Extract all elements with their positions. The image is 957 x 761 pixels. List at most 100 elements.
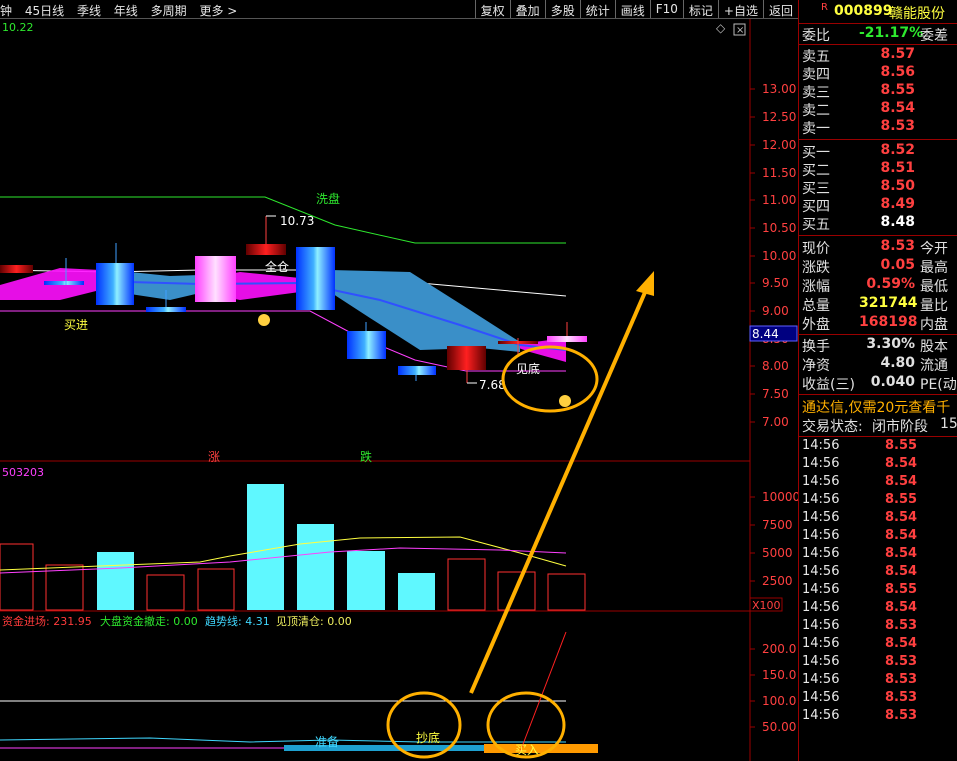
price-axis-label: 8.00: [762, 359, 789, 373]
tick-row: 14:56 8.55: [799, 492, 957, 510]
order-row[interactable]: 买三 8.50: [799, 178, 957, 197]
promo-banner[interactable]: 通达信,仅需20元查看千: [799, 397, 957, 415]
volume-bar: [297, 524, 334, 610]
candle: [44, 281, 84, 285]
tick-price: 8.54: [885, 636, 918, 651]
toolbar-item-45day[interactable]: 45日线: [25, 4, 64, 18]
tick-price: 8.54: [885, 510, 918, 525]
tick-time: 14:56: [802, 492, 840, 507]
price-axis-label: 7.00: [762, 415, 789, 429]
tick-row: 14:56 8.54: [799, 528, 957, 546]
volume-bar: [447, 558, 486, 611]
diamond-icon[interactable]: ◇: [716, 21, 726, 35]
order-price: 8.57: [880, 46, 915, 62]
annotation-high-price: 10.73: [280, 214, 314, 228]
zhunbei-bar: [284, 745, 484, 751]
indicator-axis-label: 200.0: [762, 642, 796, 656]
toolbar-item-multi-period[interactable]: 多周期: [151, 4, 187, 18]
weicha-label: 委差: [920, 28, 948, 44]
trade-status-row: 交易状态: 闭市阶段 15: [799, 416, 957, 434]
volume-bar: [347, 551, 385, 610]
tick-row: 14:56 8.54: [799, 546, 957, 564]
toolbar-item-minute[interactable]: 钟: [0, 4, 12, 18]
candle: [146, 307, 186, 312]
order-row[interactable]: 买一 8.52: [799, 142, 957, 161]
toolbar-button-f10[interactable]: F10: [649, 0, 683, 18]
fundamental-label2: 流通: [920, 358, 948, 374]
legend-qushi-xian: 趋势线: 4.31: [205, 614, 270, 628]
order-row[interactable]: 卖一 8.53: [799, 118, 957, 137]
quote-label: 外盘: [802, 317, 830, 333]
order-row[interactable]: 卖五 8.57: [799, 46, 957, 65]
order-row[interactable]: 买二 8.51: [799, 160, 957, 179]
tick-row: 14:56 8.55: [799, 438, 957, 456]
candle: [246, 244, 286, 255]
toolbar-item-more[interactable]: 更多 >: [199, 4, 237, 18]
ribbon-blue: [130, 272, 200, 300]
toolbar-button-overlay[interactable]: 叠加: [509, 0, 545, 18]
kline-chart-area[interactable]: 10.22 ◇ × 13.00 12.50 12.00 11.50 11.00 …: [0, 19, 798, 761]
tick-row: 14:56 8.54: [799, 510, 957, 528]
toolbar-button-add-watchlist[interactable]: +自选: [717, 0, 763, 18]
price-axis-label: 12.50: [762, 110, 796, 124]
tick-row: 14:56 8.53: [799, 708, 957, 726]
tick-row: 14:56 8.53: [799, 654, 957, 672]
candle: [447, 346, 486, 370]
quote-row: 涨跌 0.05 最高: [799, 257, 957, 276]
trade-status-extra: 15: [940, 416, 957, 432]
tick-price: 8.55: [885, 492, 918, 507]
order-row[interactable]: 买四 8.49: [799, 196, 957, 215]
volume-unit: X100: [752, 599, 781, 612]
quote-label2: 今开: [920, 241, 948, 257]
promo-text[interactable]: 通达信,仅需20元查看千: [802, 397, 950, 415]
fundamental-label2: PE(动: [920, 377, 957, 393]
toolbar-item-year[interactable]: 年线: [114, 4, 138, 18]
toolbar-button-mark[interactable]: 标记: [682, 0, 718, 18]
toolbar-button-multi-stock[interactable]: 多股: [544, 0, 580, 18]
stock-header: R 000899 赣能股份: [799, 2, 957, 22]
tick-row: 14:56 8.53: [799, 690, 957, 708]
close-pane-x: ×: [736, 25, 744, 36]
volume-axis-label: 5000: [762, 546, 793, 560]
price-axis-label: 9.00: [762, 304, 789, 318]
order-row[interactable]: 卖二 8.54: [799, 100, 957, 119]
candlesticks[interactable]: [0, 216, 587, 383]
quote-value: 8.53: [880, 238, 915, 254]
tick-time: 14:56: [802, 528, 840, 543]
tick-price: 8.54: [885, 456, 918, 471]
toolbar-item-season[interactable]: 季线: [77, 4, 101, 18]
toolbar-button-back[interactable]: 返回: [762, 0, 798, 18]
annotation-die: 跌: [360, 449, 372, 464]
order-row[interactable]: 卖三 8.55: [799, 82, 957, 101]
toolbar-button-stats[interactable]: 统计: [579, 0, 615, 18]
candle: [347, 331, 386, 359]
volume-bar: [45, 564, 84, 611]
tick-price: 8.53: [885, 618, 918, 633]
order-row[interactable]: 买五 8.48: [799, 214, 957, 233]
tick-time: 14:56: [802, 582, 840, 597]
order-label: 买一: [802, 145, 830, 161]
order-price: 8.53: [880, 118, 915, 134]
order-price: 8.48: [880, 214, 915, 230]
tick-price: 8.55: [885, 582, 918, 597]
trade-status-value: 闭市阶段: [872, 419, 928, 434]
tick-time: 14:56: [802, 438, 840, 453]
stock-name: 赣能股份: [889, 6, 945, 22]
order-row[interactable]: 卖四 8.56: [799, 64, 957, 83]
weibi-value: -21.17%: [859, 25, 924, 41]
quote-label: 现价: [802, 241, 830, 257]
tick-row: 14:56 8.54: [799, 456, 957, 474]
fundamental-row: 换手 3.30% 股本: [799, 336, 957, 355]
price-axis-label: 11.00: [762, 193, 796, 207]
volume-axis-label: 2500: [762, 574, 793, 588]
fundamental-label: 换手: [802, 339, 830, 355]
toolbar-button-fuquan[interactable]: 复权: [474, 0, 510, 18]
tick-price: 8.54: [885, 546, 918, 561]
fundamental-value: 3.30%: [866, 336, 915, 352]
tick-time: 14:56: [802, 618, 840, 633]
volume-bar: [247, 484, 284, 610]
legend-zijin-jinchang: 资金进场: 231.95: [2, 614, 92, 628]
chart-toolbar: 钟 45日线 季线 年线 多周期 更多 > 复权 叠加 多股 统计 画线 F10…: [0, 0, 798, 19]
tick-time: 14:56: [802, 690, 840, 705]
toolbar-button-draw[interactable]: 画线: [614, 0, 650, 18]
